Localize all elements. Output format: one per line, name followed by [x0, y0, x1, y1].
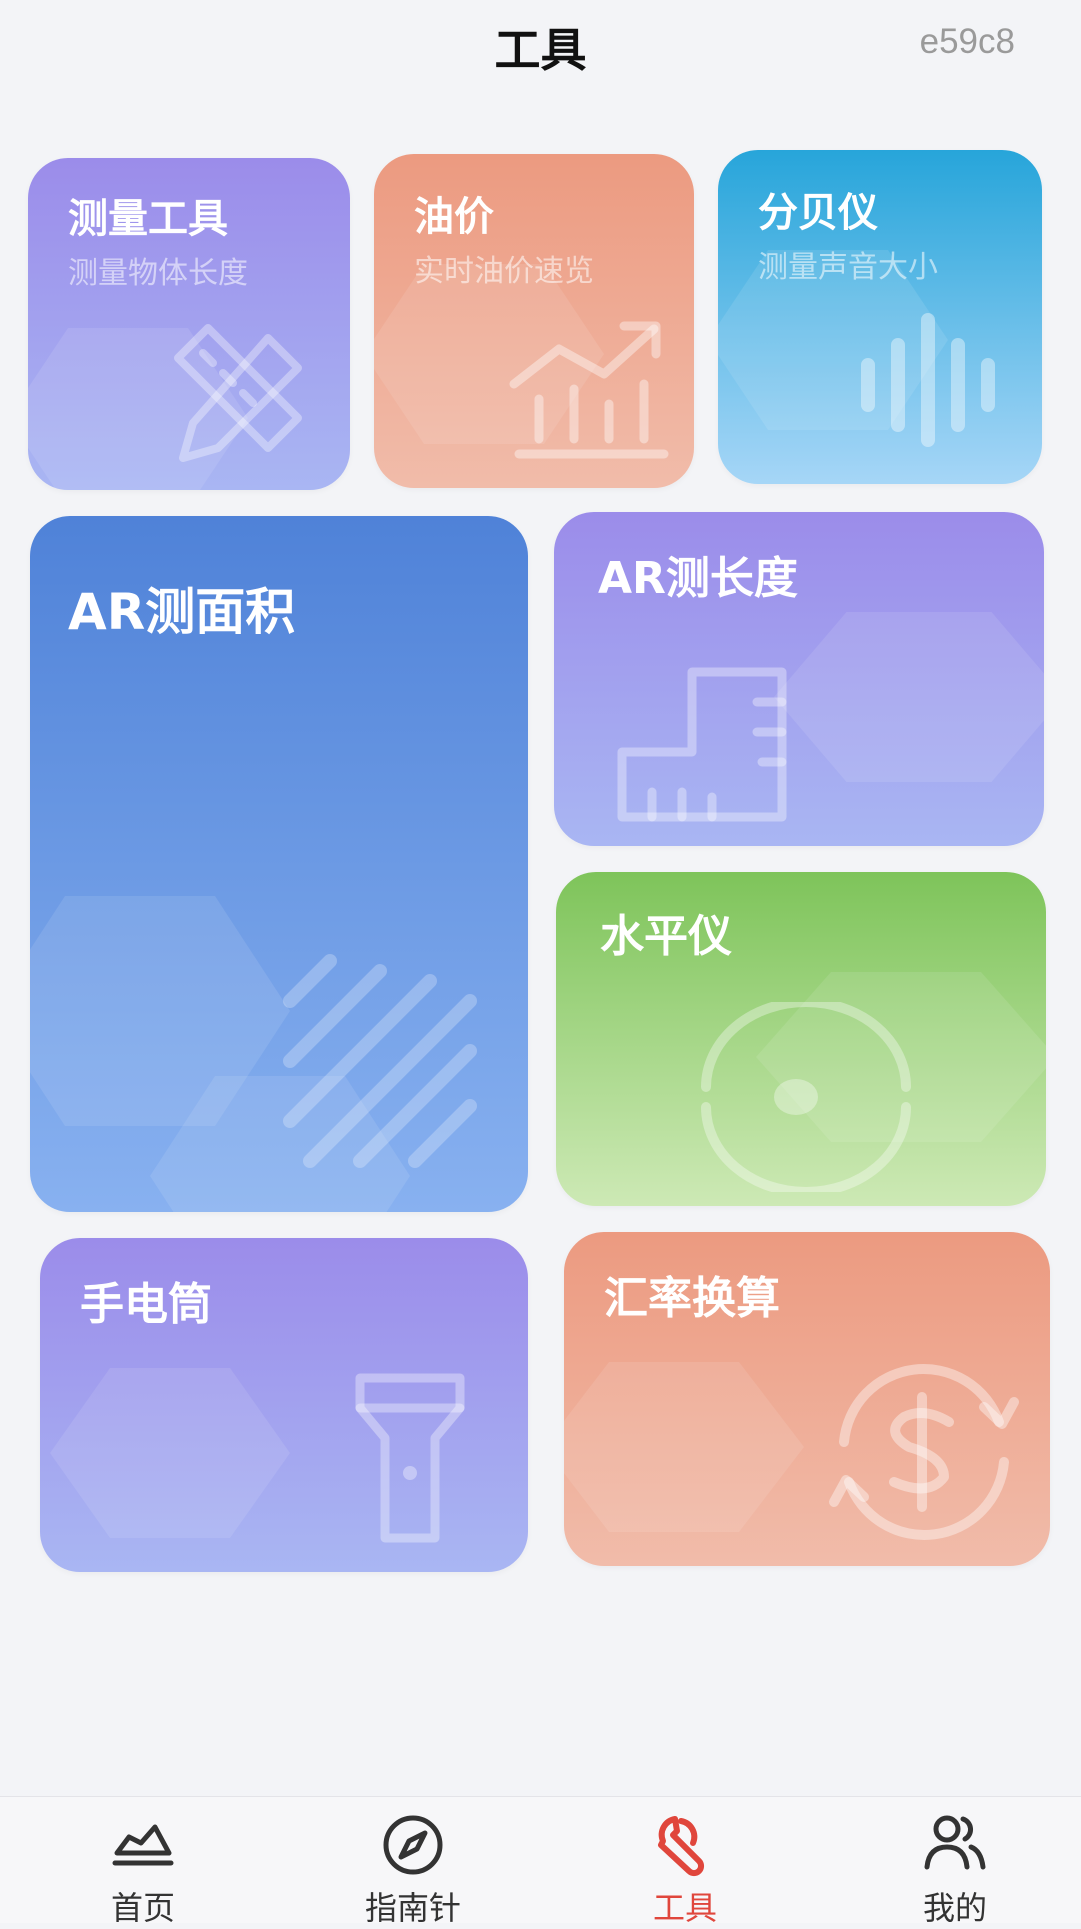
card-title: AR测长度 [598, 553, 798, 604]
tab-mine[interactable]: 我的 [820, 1797, 1081, 1927]
flashlight-icon [355, 1373, 465, 1543]
sound-wave-icon [861, 313, 995, 447]
card-ar-length[interactable]: AR测长度 [554, 512, 1044, 846]
ruler-pencil-icon [174, 324, 302, 462]
card-exchange-rate[interactable]: 汇率换算 [564, 1232, 1050, 1566]
card-measure-tool[interactable]: 测量工具 测量物体长度 [28, 158, 350, 490]
trend-chart-icon [509, 321, 669, 459]
header: 工具 e59c8 [0, 0, 1081, 110]
card-subtitle: 实时油价速览 [414, 254, 594, 289]
card-ar-area[interactable]: AR测面积 [30, 516, 528, 1212]
tab-label: 工具 [652, 1889, 717, 1927]
card-title: 分贝仪 [758, 190, 878, 236]
card-title: 水平仪 [600, 911, 732, 962]
users-icon [924, 1815, 986, 1870]
card-flashlight[interactable]: 手电筒 [40, 1238, 528, 1572]
bottom-tab-bar: 首页 指南针 工具 我的 [0, 1796, 1081, 1927]
card-decibel-meter[interactable]: 分贝仪 测量声音大小 [718, 150, 1042, 484]
wrench-icon [658, 1816, 705, 1877]
home-icon [112, 1824, 174, 1866]
tab-label: 首页 [110, 1889, 175, 1927]
tab-tools[interactable]: 工具 [550, 1797, 820, 1927]
card-spirit-level[interactable]: 水平仪 [556, 872, 1046, 1206]
diagonal-lines-icon [283, 954, 477, 1168]
header-code: e59c8 [919, 22, 1015, 61]
tab-home[interactable]: 首页 [8, 1797, 278, 1927]
card-title: 油价 [414, 194, 494, 240]
card-subtitle: 测量声音大小 [758, 250, 938, 285]
tab-label: 我的 [922, 1889, 987, 1927]
card-title: 汇率换算 [604, 1273, 780, 1324]
l-ruler-icon [617, 667, 787, 822]
tab-compass[interactable]: 指南针 [278, 1797, 548, 1927]
compass-icon [383, 1815, 443, 1875]
card-oil-price[interactable]: 油价 实时油价速览 [374, 154, 694, 488]
level-bubble-icon [701, 1002, 911, 1192]
card-title: 测量工具 [68, 196, 228, 242]
currency-exchange-icon [829, 1364, 1019, 1540]
card-subtitle: 测量物体长度 [68, 256, 248, 291]
card-title: 手电筒 [80, 1279, 212, 1330]
card-title: AR测面积 [68, 583, 296, 641]
tab-label: 指南针 [364, 1889, 461, 1927]
